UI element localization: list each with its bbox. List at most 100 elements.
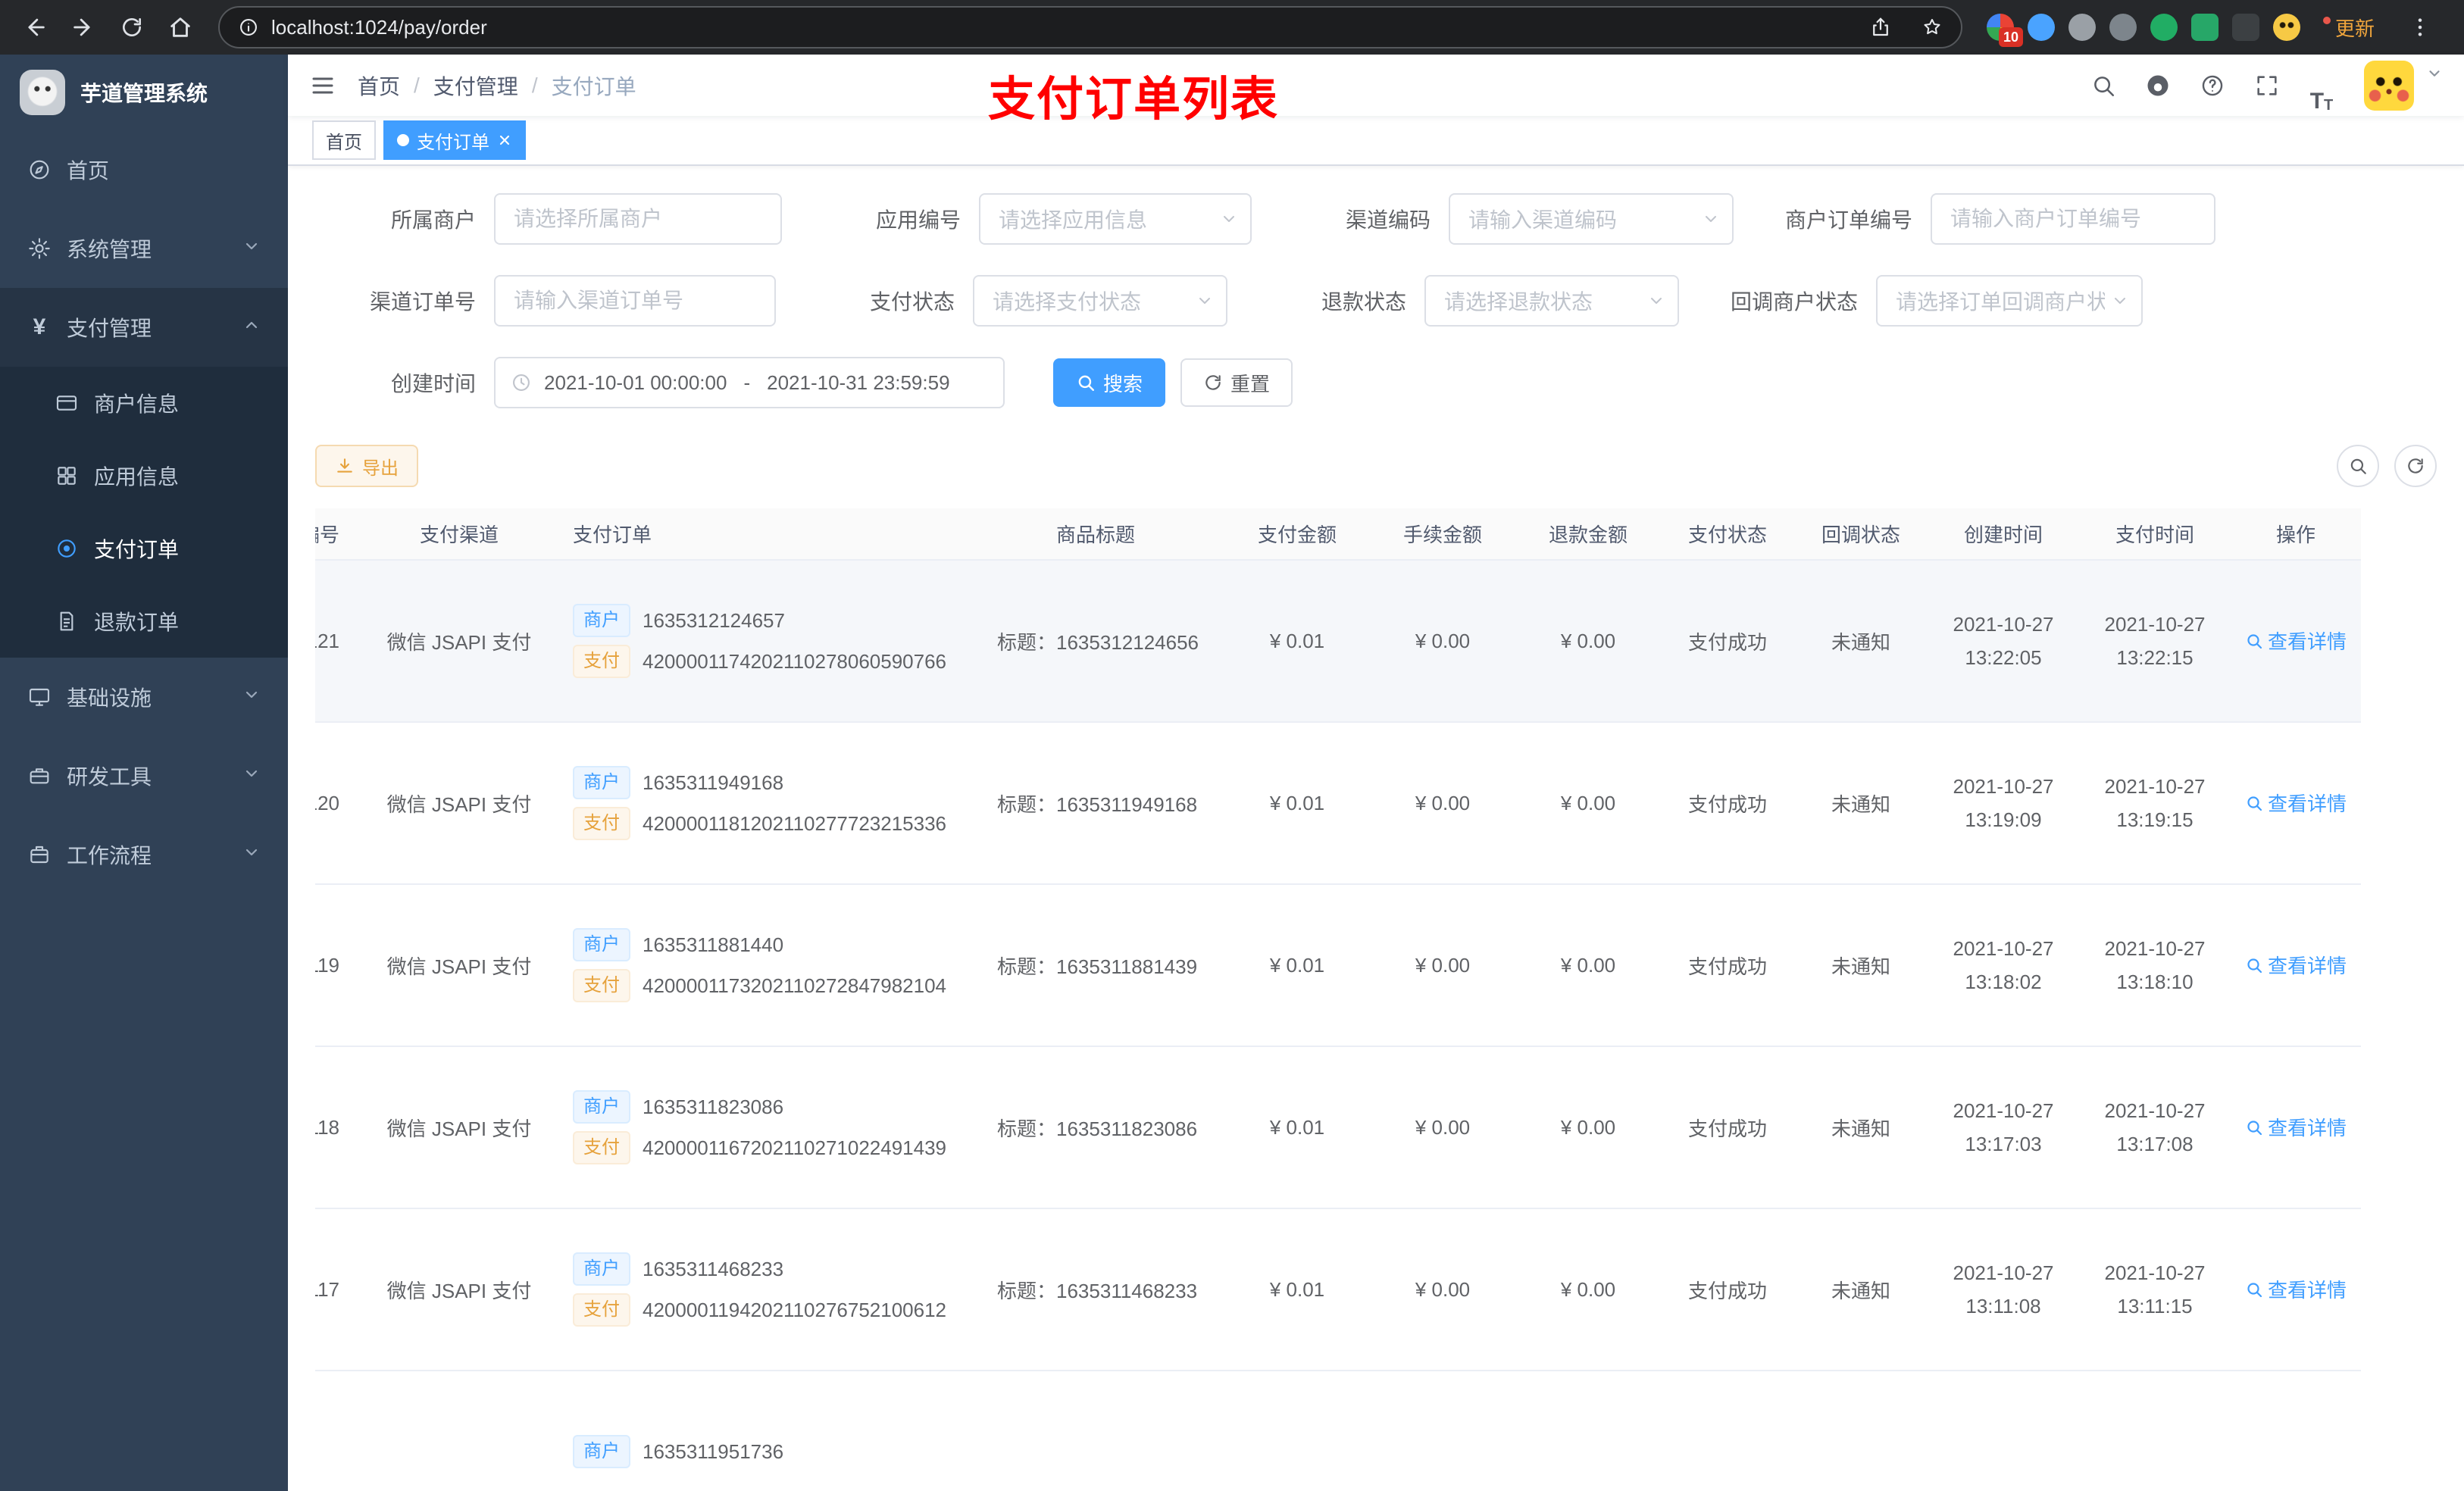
tab-pay-order[interactable]: 支付订单: [383, 120, 526, 161]
extension-icon[interactable]: 10: [1986, 14, 2023, 47]
breadcrumb-pay[interactable]: 支付管理: [433, 70, 518, 101]
extension-icon[interactable]: [2231, 14, 2259, 41]
chevron-down-icon: [2111, 292, 2129, 310]
sidebar-item-workflow[interactable]: 工作流程: [0, 815, 288, 894]
chevron-down-icon: [242, 842, 261, 867]
extension-icon[interactable]: [2109, 14, 2137, 41]
merchant-order-no-input[interactable]: [1931, 193, 2215, 245]
sidebar-item-merchant-info[interactable]: 商户信息: [0, 367, 288, 439]
browser-home-button[interactable]: [158, 5, 203, 50]
fullscreen-icon[interactable]: [2243, 58, 2291, 113]
cell-channel: [370, 1371, 549, 1491]
table-toolbar: 导出: [315, 445, 2437, 488]
bookmark-star-icon[interactable]: [1912, 8, 1952, 47]
view-detail-link[interactable]: 查看详情: [2245, 789, 2347, 817]
browser-menu-icon[interactable]: [2397, 5, 2443, 50]
cell-notify: 未通知: [1794, 722, 1928, 886]
view-detail-link[interactable]: 查看详情: [2245, 951, 2347, 979]
table-row: 120 微信 JSAPI 支付 商户 1635311949168 支: [315, 722, 2361, 886]
browser-reload-button[interactable]: [109, 5, 155, 50]
pay-order-line: 支付 4200001181202110277723215336: [573, 807, 965, 841]
export-button[interactable]: 导出: [315, 445, 418, 488]
refund-status-select[interactable]: 请选择退款状态: [1424, 275, 1679, 327]
pay-status-select[interactable]: 请选择支付状态: [973, 275, 1227, 327]
hamburger-icon[interactable]: [309, 72, 336, 99]
help-icon[interactable]: [2188, 58, 2237, 113]
view-detail-link[interactable]: 查看详情: [2245, 1113, 2347, 1141]
extension-icon[interactable]: [2027, 14, 2055, 41]
cell-refund: ¥ 0.00: [1515, 884, 1661, 1048]
date-start[interactable]: 2021-10-01 00:00:00: [544, 371, 727, 395]
channel-order-no-input[interactable]: [494, 275, 776, 327]
breadcrumb-home[interactable]: 首页: [358, 70, 400, 101]
close-icon[interactable]: [497, 133, 512, 148]
browser-update-button[interactable]: 更新: [2314, 14, 2384, 42]
avatar-caret-icon[interactable]: [2426, 65, 2443, 82]
cell-status: 支付成功: [1661, 722, 1794, 886]
pay-badge: 支付: [573, 645, 630, 679]
site-info-icon[interactable]: [238, 17, 259, 38]
cell-status: 支付成功: [1661, 884, 1794, 1048]
reset-button[interactable]: 重置: [1180, 358, 1293, 408]
extension-icon[interactable]: [2150, 14, 2178, 41]
browser-forward-button[interactable]: [61, 5, 106, 50]
filter-refund-status: 退款状态 请选择退款状态: [1261, 275, 1679, 327]
chevron-down-icon: [1196, 292, 1214, 310]
search-icon: [2247, 796, 2262, 811]
cell-amount: [1224, 1371, 1370, 1491]
avatar[interactable]: [2364, 60, 2414, 111]
sidebar-item-system[interactable]: 系统管理: [0, 209, 288, 288]
table-row: 117 微信 JSAPI 支付 商户 1635311468233 支: [315, 1208, 2361, 1372]
sidebar-pay-submenu: 商户信息 应用信息 支付订单 退款订单: [0, 367, 288, 658]
sidebar-item-devtools[interactable]: 研发工具: [0, 736, 288, 815]
cell-title: 标题：1635312124656: [967, 560, 1224, 724]
merchant-input[interactable]: [494, 193, 782, 245]
cell-channel: 微信 JSAPI 支付: [370, 560, 549, 724]
col-pay-time: 支付时间: [2079, 508, 2231, 561]
date-end[interactable]: 2021-10-31 23:59:59: [767, 371, 949, 395]
url-bar[interactable]: localhost:1024/pay/order: [218, 6, 1962, 48]
refresh-table-button[interactable]: [2394, 445, 2437, 488]
browser-back-button[interactable]: [12, 5, 58, 50]
app-title: 芋道管理系统: [80, 82, 208, 105]
sidebar-item-app-info[interactable]: 应用信息: [0, 439, 288, 512]
url-text[interactable]: localhost:1024/pay/order: [271, 16, 487, 39]
table-body: 121 微信 JSAPI 支付 商户 1635312124657 支: [315, 560, 2361, 1491]
view-detail-link[interactable]: 查看详情: [2245, 1275, 2347, 1303]
extension-icon[interactable]: [2190, 14, 2219, 41]
pay-order-line: 支付 4200001174202110278060590766: [573, 645, 965, 679]
filter-app: 应用编号 请选择应用信息: [815, 193, 1252, 245]
pay-order-no: 4200001167202110271022491439: [643, 1136, 947, 1159]
breadcrumb: 首页 / 支付管理 / 支付订单: [358, 70, 636, 101]
app-logo: [20, 70, 65, 115]
merchant-order-no: 1635311823086: [643, 1095, 784, 1118]
sidebar-item-pay-order[interactable]: 支付订单: [0, 512, 288, 585]
sidebar-item-refund-order[interactable]: 退款订单: [0, 585, 288, 658]
share-icon[interactable]: [1861, 8, 1900, 47]
sidebar-item-infra[interactable]: 基础设施: [0, 658, 288, 736]
github-icon[interactable]: [2134, 58, 2182, 113]
channel-code-select[interactable]: 请输入渠道编码: [1449, 193, 1734, 245]
cell-refund: ¥ 0.00: [1515, 1208, 1661, 1372]
orders-table-wrap: 编号 支付渠道 支付订单 商品标题 支付金额 手续金额 退款金额 支付状态 回调…: [315, 508, 2437, 1491]
extensions-area: 10 更新: [1978, 5, 2452, 50]
search-icon[interactable]: [2079, 58, 2128, 113]
extension-icon[interactable]: [2068, 14, 2096, 41]
update-dot: [2322, 16, 2331, 24]
sidebar-item-pay[interactable]: ¥ 支付管理: [0, 288, 288, 367]
merchant-badge: 商户: [573, 1252, 630, 1286]
profile-avatar-icon[interactable]: [2272, 14, 2300, 41]
notify-status-select[interactable]: 请选择订单回调商户状态: [1876, 275, 2143, 327]
cell-pay-time: 2021-10-27 13:19:15: [2079, 722, 2231, 886]
font-size-icon[interactable]: TT: [2297, 58, 2346, 113]
date-range-picker[interactable]: 2021-10-01 00:00:00 - 2021-10-31 23:59:5…: [494, 357, 1005, 409]
tab-home[interactable]: 首页: [312, 120, 376, 161]
sidebar-item-home[interactable]: 首页: [0, 130, 288, 209]
cell-status: [1661, 1371, 1794, 1491]
view-detail-link[interactable]: 查看详情: [2245, 627, 2347, 655]
navbar: 首页 / 支付管理 / 支付订单 TT: [288, 55, 2464, 117]
toggle-search-button[interactable]: [2337, 445, 2379, 488]
app-select[interactable]: 请选择应用信息: [979, 193, 1252, 245]
search-button[interactable]: 搜索: [1053, 358, 1166, 408]
cell-id: 119: [315, 884, 370, 1048]
